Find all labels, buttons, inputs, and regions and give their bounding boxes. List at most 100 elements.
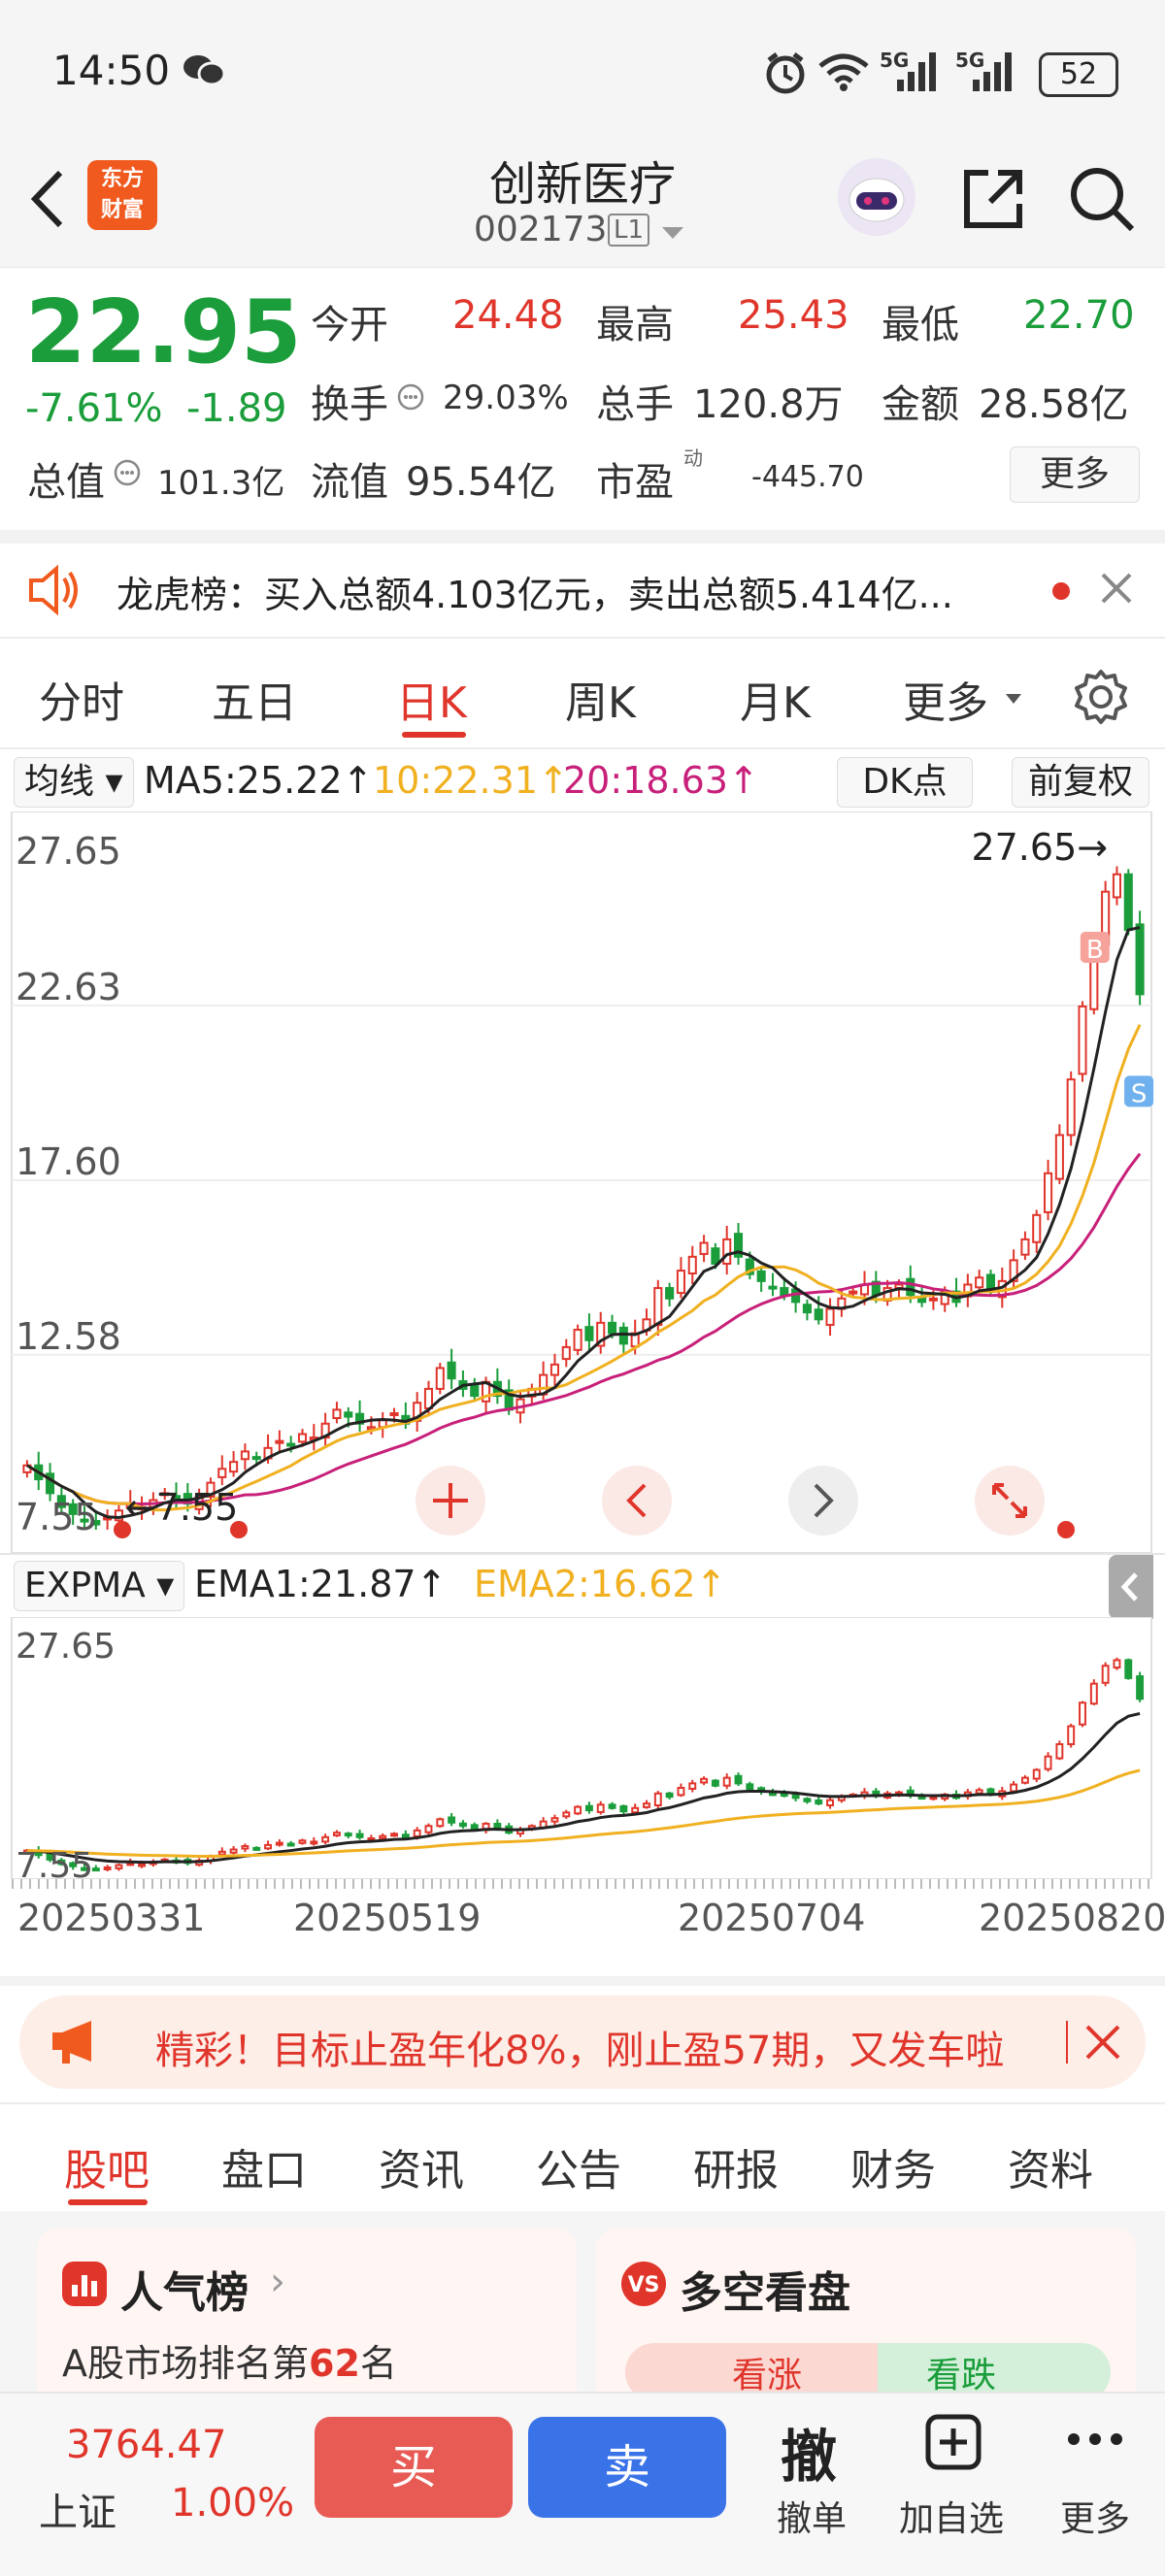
close-icon[interactable] xyxy=(1097,569,1136,611)
candle-body xyxy=(229,1461,239,1473)
index-value[interactable]: 3764.47 xyxy=(66,2423,226,2467)
more-label[interactable]: 更多 xyxy=(1060,2491,1130,2541)
candle-body xyxy=(458,1822,467,1828)
tab-weekly-k[interactable]: 周K xyxy=(565,668,636,730)
scroll-right-button[interactable] xyxy=(788,1466,858,1536)
add-favorite-label[interactable]: 加自选 xyxy=(899,2491,1004,2541)
rank-value: 62 xyxy=(309,2342,360,2385)
candle-body xyxy=(607,1321,617,1335)
popularity-card[interactable]: 人气榜 › A股市场排名第62名 xyxy=(37,2229,577,2392)
candle-body xyxy=(780,1287,789,1297)
dk-point-button[interactable]: DK点 xyxy=(837,757,973,808)
tab-daily-k[interactable]: 日K xyxy=(396,668,467,730)
tab-research[interactable]: 研报 xyxy=(693,2135,779,2197)
tab-more[interactable]: 更多 xyxy=(903,668,988,730)
y-tick-label: 17.60 xyxy=(16,1140,121,1183)
candle-body xyxy=(321,1835,330,1843)
tab-news[interactable]: 资讯 xyxy=(379,2135,464,2197)
cancel-order-icon[interactable]: 撤 xyxy=(781,2411,837,2493)
candle-body xyxy=(1032,1768,1041,1780)
sentiment-card[interactable]: VS 多空看盘 看涨 看跌 xyxy=(596,2229,1136,2392)
open-label: 今开 xyxy=(311,303,388,347)
adjust-mode-button[interactable]: 前复权 xyxy=(1012,757,1149,808)
bear-label: 看跌 xyxy=(926,2356,997,2392)
candle-body xyxy=(1044,1755,1052,1770)
cancel-order-label[interactable]: 撤单 xyxy=(777,2491,847,2541)
unread-dot xyxy=(1052,582,1070,600)
tab-profile[interactable]: 资料 xyxy=(1008,2135,1093,2197)
search-icon[interactable] xyxy=(1068,165,1138,239)
tab-forum[interactable]: 股吧 xyxy=(64,2135,150,2197)
sub-indicator-selector[interactable]: EXPMA ▾ xyxy=(14,1561,185,1611)
candle-body xyxy=(653,1287,663,1327)
candle-body xyxy=(643,1802,650,1808)
indicator-selector[interactable]: 均线 ▾ xyxy=(14,757,134,808)
candle-body xyxy=(379,1834,387,1839)
candle-body xyxy=(435,1367,445,1390)
dragon-tiger-notice[interactable]: 龙虎榜：买入总额4.103亿元，卖出总额5.414亿... xyxy=(0,544,1165,637)
candle-body xyxy=(1032,1213,1042,1243)
candle-body xyxy=(722,1238,732,1265)
gear-icon[interactable] xyxy=(1072,668,1130,730)
candle-body xyxy=(91,1867,100,1872)
sub-indicator-label: EXPMA xyxy=(24,1566,146,1605)
scroll-left-button[interactable] xyxy=(602,1466,672,1536)
robot-avatar-icon[interactable] xyxy=(835,155,918,243)
tab-monthly-k[interactable]: 月K xyxy=(740,668,811,730)
max-price-annotation: 27.65→ xyxy=(971,826,1108,869)
candle-body xyxy=(619,1804,628,1813)
pe-dynamic-label: 动 xyxy=(683,446,703,470)
back-icon[interactable] xyxy=(23,165,72,237)
chevron-down-icon[interactable] xyxy=(660,223,685,247)
ma10-value: 10:22.31↑ xyxy=(373,759,569,802)
amount-label: 金额 xyxy=(882,382,959,427)
share-icon[interactable] xyxy=(959,165,1027,237)
candle-body xyxy=(1124,1659,1133,1679)
more-quote-button[interactable]: 更多 xyxy=(1010,446,1140,503)
candle-body xyxy=(240,1450,250,1461)
svg-text:VS: VS xyxy=(628,2273,660,2297)
status-time: 14:50 xyxy=(52,47,171,94)
sell-button[interactable]: 卖 xyxy=(528,2417,726,2518)
candle-body xyxy=(653,1792,662,1807)
close-icon[interactable] xyxy=(1083,2023,1122,2065)
expma-chart[interactable]: 27.65 7.55 xyxy=(0,1617,1165,1879)
candle-body xyxy=(929,1796,938,1800)
tab-announcements[interactable]: 公告 xyxy=(536,2135,621,2197)
more-icon[interactable] xyxy=(1064,2415,1126,2467)
kline-chart[interactable]: 27.65 22.63 17.60 12.58 7.55 27.65→ ←7.55 B S xyxy=(0,811,1165,1553)
info-icon[interactable] xyxy=(113,458,142,491)
index-name[interactable]: 上证 xyxy=(39,2481,116,2537)
candle-body xyxy=(1044,1172,1053,1213)
collapse-panel-button[interactable] xyxy=(1109,1555,1153,1619)
tab-orderbook[interactable]: 盘口 xyxy=(221,2135,307,2197)
candle-body xyxy=(711,1779,719,1787)
add-favorite-icon[interactable] xyxy=(924,2413,982,2475)
candle-body xyxy=(355,1833,364,1838)
logo-text-line1: 东方 xyxy=(100,167,144,191)
tab-five-day[interactable]: 五日 xyxy=(212,668,297,730)
buy-button[interactable]: 买 xyxy=(315,2417,513,2518)
candle-body xyxy=(389,1412,399,1416)
wifi-icon xyxy=(817,52,870,95)
candle-body xyxy=(1020,1238,1030,1256)
x-tick-label: 20250704 xyxy=(678,1897,866,1939)
info-icon[interactable] xyxy=(396,382,425,415)
fullscreen-button[interactable] xyxy=(975,1466,1045,1536)
index-change[interactable]: 1.00% xyxy=(171,2481,294,2526)
current-price: 22.95 xyxy=(25,281,302,383)
bear-button[interactable]: 看跌 xyxy=(878,2343,1111,2392)
candle-body xyxy=(574,1805,582,1815)
chevron-down-icon[interactable] xyxy=(1004,691,1023,710)
promo-banner[interactable]: 精彩！目标止盈年化8%，刚止盈57期，又发车啦 xyxy=(19,1996,1146,2089)
ma-legend: 均线 ▾ MA5:25.22↑ 10:22.31↑ 20:18.63↑ DK点 … xyxy=(0,753,1165,813)
candle-body xyxy=(275,1439,284,1444)
notice-text: 龙虎榜：买入总额4.103亿元，卖出总额5.414亿... xyxy=(116,574,953,616)
candle-body xyxy=(549,1363,560,1376)
candle-body xyxy=(1054,1134,1064,1180)
active-tab-indicator xyxy=(68,2199,148,2205)
bull-button[interactable]: 看涨 xyxy=(625,2343,878,2392)
candle-body xyxy=(825,1307,835,1327)
tab-intraday[interactable]: 分时 xyxy=(39,668,124,730)
tab-financials[interactable]: 财务 xyxy=(850,2135,936,2197)
